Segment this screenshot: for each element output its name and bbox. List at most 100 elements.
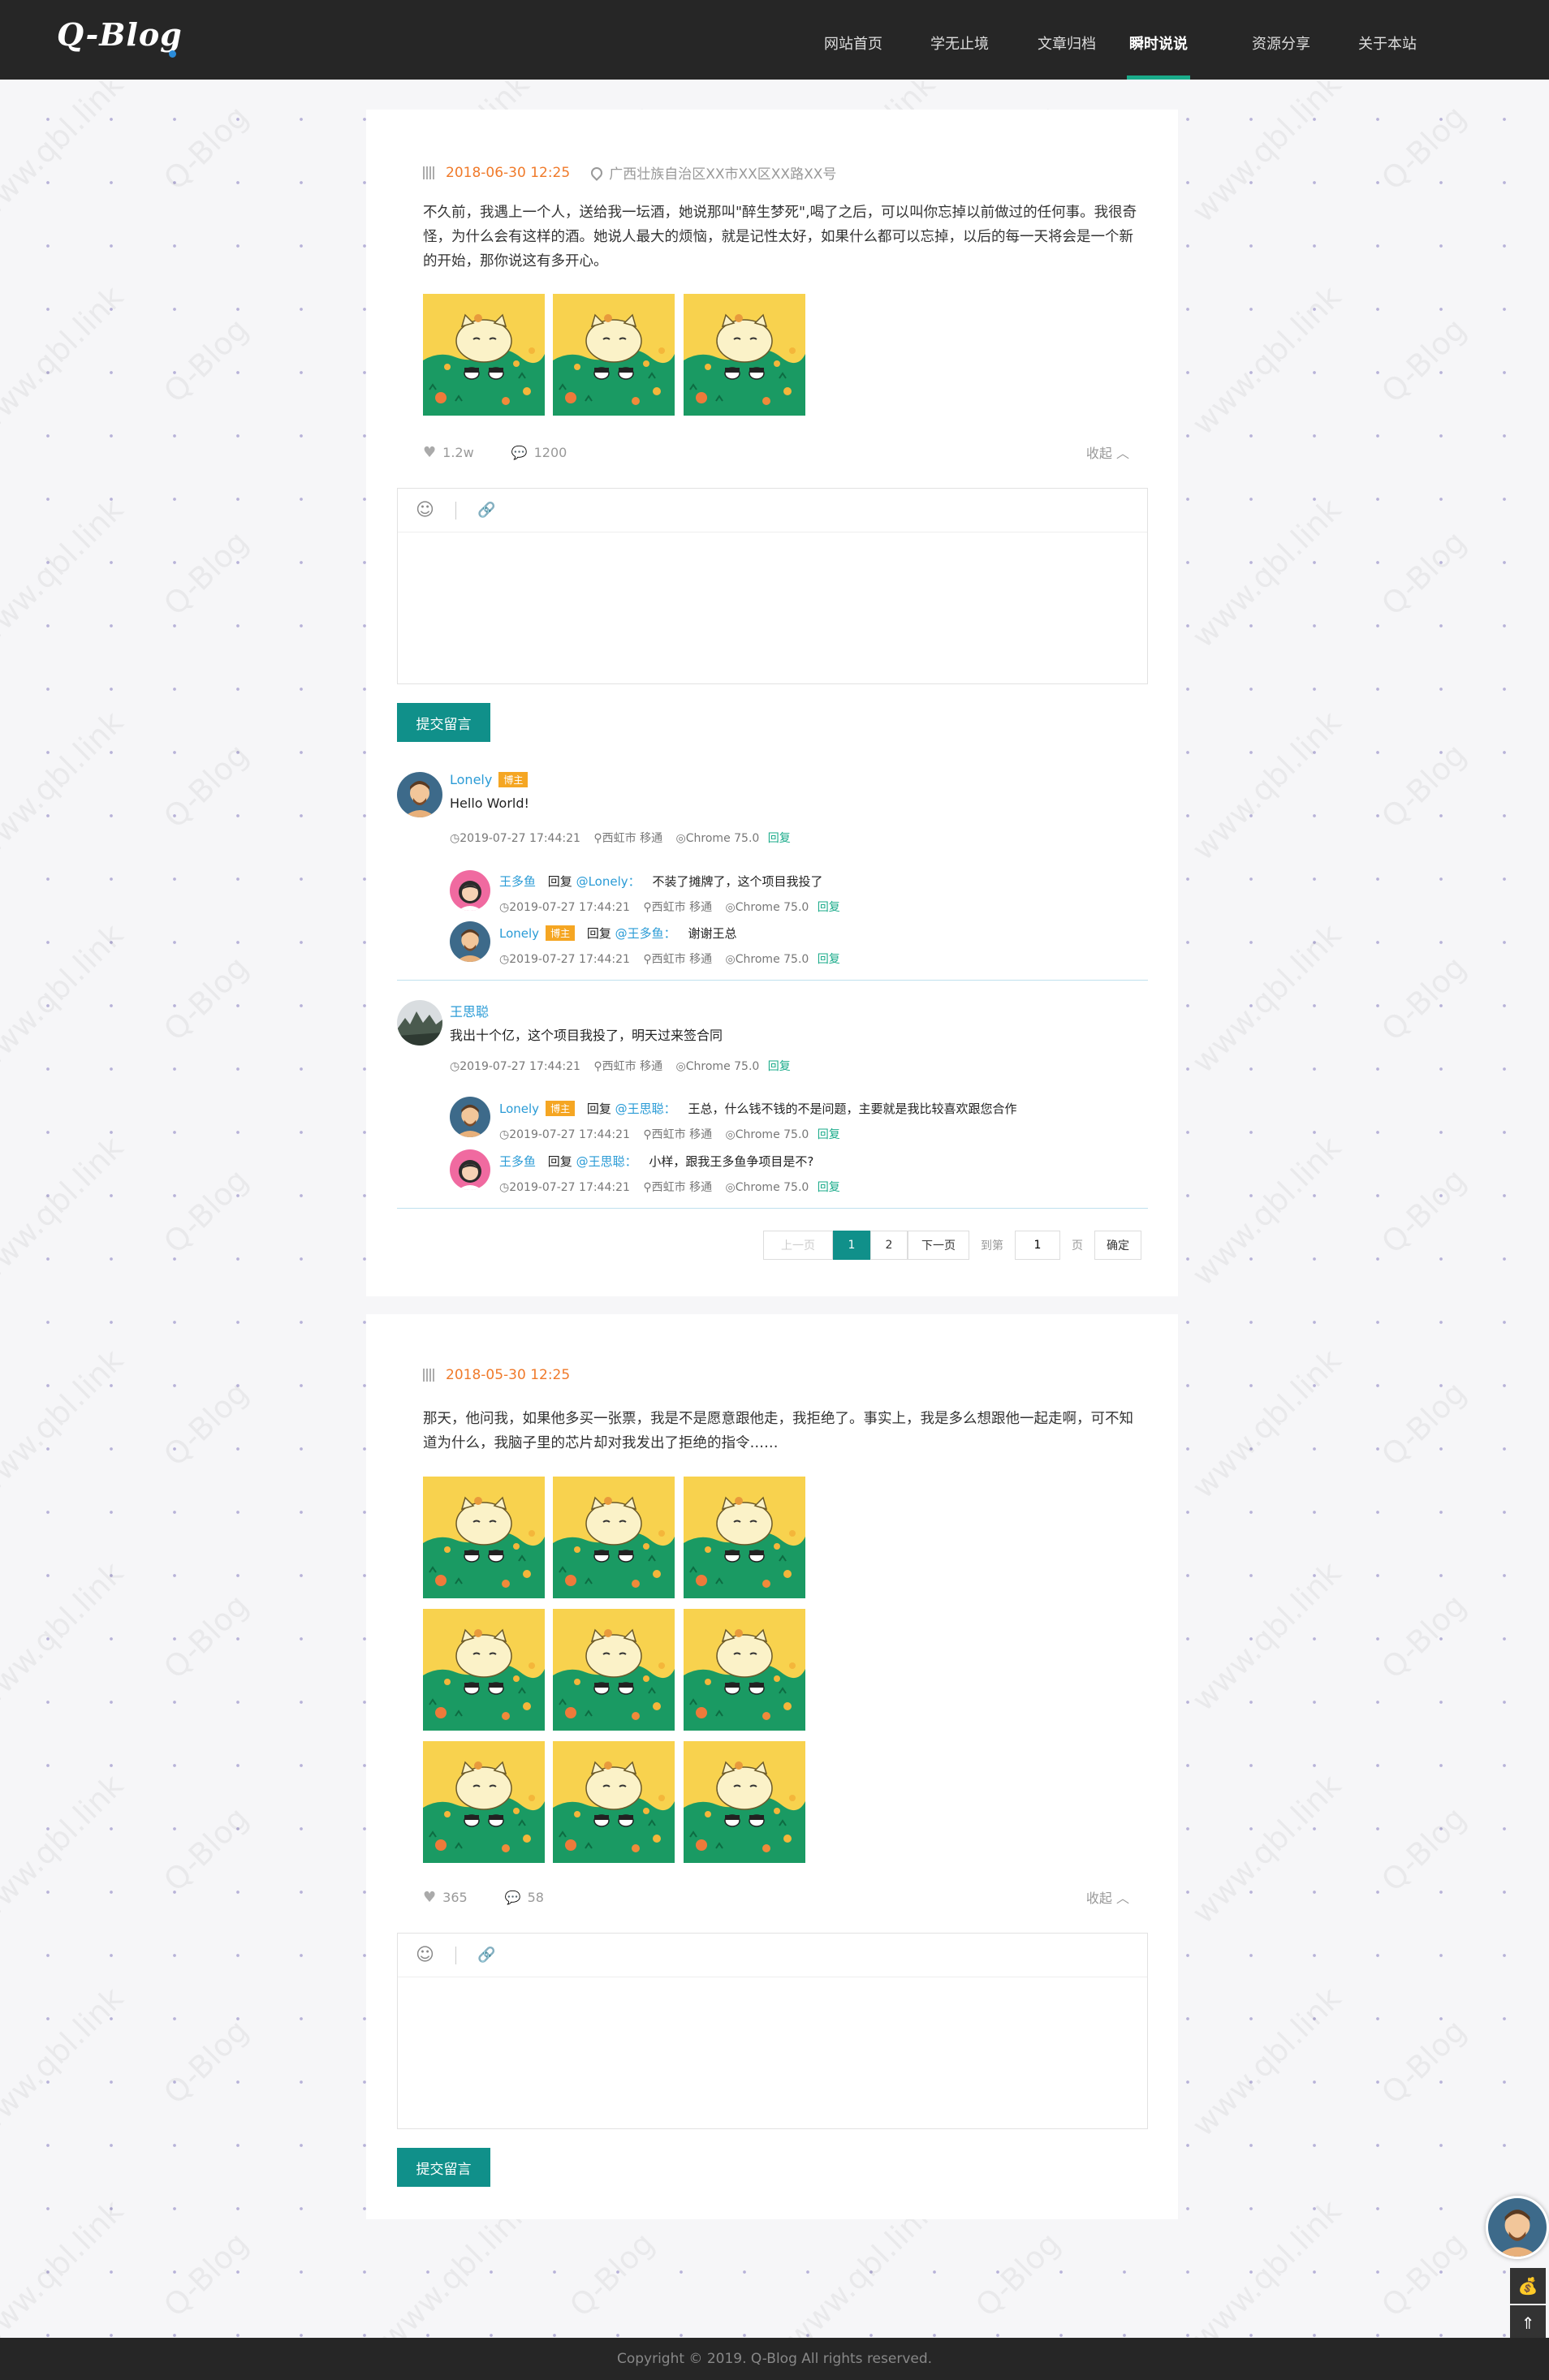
link-icon[interactable]: 🔗 (477, 502, 495, 519)
reply-author[interactable]: 王多鱼 (499, 1154, 536, 1169)
nav-item-archive[interactable]: 文章归档 (1036, 0, 1098, 80)
watermark-text: Q-Blog (157, 949, 256, 1048)
comment-bubble-icon[interactable]: 💬 (505, 1890, 521, 1905)
post-image[interactable] (423, 294, 545, 416)
admin-badge: 博主 (498, 772, 529, 787)
watermark-text: www.qbl.link (1184, 1980, 1348, 2144)
toolbar-divider (455, 501, 456, 520)
reply-browser: Chrome 75.0 (735, 1181, 809, 1194)
post-image[interactable] (553, 1741, 675, 1863)
clock-icon: ◷ (450, 832, 460, 845)
reply-target[interactable]: @王多鱼： (615, 926, 676, 941)
avatar[interactable] (450, 1149, 490, 1190)
browser-icon: ◎ (725, 1181, 736, 1194)
reply-place: 西虹市 移通 (651, 901, 713, 914)
reply-target[interactable]: @Lonely： (576, 874, 641, 889)
reply-target[interactable]: @王思聪： (576, 1154, 637, 1169)
post-image[interactable] (553, 294, 675, 416)
comment-author[interactable]: 王思聪 (450, 1004, 489, 1020)
post-image[interactable] (684, 1609, 805, 1731)
reply-time: 2019-07-27 17:44:21 (509, 1128, 630, 1141)
reply-line: 王多鱼 回复 @Lonely： 不装了摊牌了，这个项目我投了 (499, 873, 822, 890)
comment-textarea[interactable] (398, 533, 1147, 683)
reply-text: 王总，什么钱不钱的不是问题，主要就是我比较喜欢跟您合作 (688, 1102, 1017, 1116)
reply-text: 小样，跟我王多鱼争项目是不? (649, 1154, 814, 1169)
emoji-icon[interactable]: ☺ (416, 500, 434, 520)
clock-icon: ◷ (499, 953, 510, 966)
nav-item-home[interactable]: 网站首页 (822, 0, 884, 80)
watermark-text: Q-Blog (157, 736, 256, 835)
nav-item-moments[interactable]: 瞬时说说 (1127, 0, 1190, 80)
avatar[interactable] (450, 921, 490, 962)
post-image[interactable] (553, 1477, 675, 1598)
money-bag-icon[interactable]: 💰 (1510, 2268, 1546, 2304)
comment-meta: ◷2019-07-27 17:44:21 ⚲西虹市 移通 ◎Chrome 75.… (450, 830, 791, 846)
reply-author[interactable]: Lonely (499, 1102, 539, 1116)
page-1-button[interactable]: 1 (833, 1231, 870, 1260)
reply-meta: ◷2019-07-27 17:44:21 ⚲西虹市 移通 ◎Chrome 75.… (499, 1179, 840, 1195)
confirm-page-button[interactable]: 确定 (1094, 1231, 1141, 1260)
post-content: 不久前，我遇上一个人，送给我一坛酒，她说那叫"醉生梦死",喝了之后，可以叫你忘掉… (423, 205, 1137, 269)
heart-icon[interactable]: ♥ (423, 444, 436, 461)
watermark-text: Q-Blog (157, 1800, 256, 1899)
next-page-button[interactable]: 下一页 (908, 1231, 969, 1260)
post-image[interactable] (553, 1609, 675, 1731)
nav-item-learning[interactable]: 学无止境 (929, 0, 990, 80)
submit-comment-button[interactable]: 提交留言 (397, 2148, 490, 2187)
emoji-icon[interactable]: ☺ (416, 1945, 434, 1965)
like-count: 1.2w (442, 444, 474, 460)
reply-target[interactable]: @王思聪： (615, 1102, 676, 1116)
watermark-text: Q-Blog (157, 98, 256, 197)
page-2-button[interactable]: 2 (870, 1231, 908, 1260)
avatar[interactable] (397, 1000, 442, 1046)
comment-textarea[interactable] (398, 1978, 1147, 2128)
comment-bubble-icon[interactable]: 💬 (511, 445, 528, 460)
page-number-input[interactable] (1015, 1231, 1060, 1260)
avatar[interactable] (397, 772, 442, 817)
reply-link[interactable]: 回复 (818, 953, 840, 966)
avatar[interactable] (450, 870, 490, 911)
reply-place: 西虹市 移通 (651, 1128, 713, 1141)
post-image[interactable] (684, 294, 805, 416)
post-image[interactable] (684, 1477, 805, 1598)
footer: Copyright © 2019. Q-Blog All rights rese… (0, 2338, 1549, 2380)
watermark-text: Q-Blog (157, 1162, 256, 1261)
reply-author[interactable]: Lonely (499, 926, 539, 941)
watermark-text: Q-Blog (1374, 311, 1473, 410)
reply-link[interactable]: 回复 (818, 901, 840, 914)
comment-author[interactable]: Lonely (450, 772, 492, 787)
watermark-text: www.qbl.link (1184, 1767, 1348, 1931)
reply-verb: 回复 (547, 874, 572, 889)
watermark-text: www.qbl.link (1184, 1554, 1348, 1718)
back-to-top-icon[interactable]: ⇑ (1510, 2305, 1546, 2341)
collapse-toggle[interactable]: 收起 ︿ (1086, 442, 1129, 462)
reply-meta: ◷2019-07-27 17:44:21 ⚲西虹市 移通 ◎Chrome 75.… (499, 951, 840, 967)
reply-link[interactable]: 回复 (768, 1060, 791, 1073)
collapse-toggle[interactable]: 收起 ︿ (1086, 1887, 1129, 1907)
top-navbar: Q-Blog 网站首页 学无止境 文章归档 瞬时说说 资源分享 关于本站 (0, 0, 1549, 80)
comment-editor: ☺ 🔗 (397, 488, 1148, 684)
comment-browser: Chrome 75.0 (685, 832, 760, 845)
avatar[interactable] (450, 1097, 490, 1137)
reply-link[interactable]: 回复 (768, 832, 791, 845)
post-image[interactable] (423, 1477, 545, 1598)
reply-author[interactable]: 王多鱼 (499, 874, 536, 889)
comment-divider (397, 980, 1148, 981)
floating-avatar[interactable] (1486, 2196, 1549, 2259)
prev-page-button[interactable]: 上一页 (763, 1231, 833, 1260)
calendar-icon (423, 1369, 436, 1382)
comment-time: 2019-07-27 17:44:21 (460, 832, 580, 845)
nav-item-resources[interactable]: 资源分享 (1250, 0, 1312, 80)
link-icon[interactable]: 🔗 (477, 1947, 495, 1964)
reply-link[interactable]: 回复 (818, 1181, 840, 1194)
collapse-label: 收起 (1085, 1891, 1112, 1906)
submit-comment-button[interactable]: 提交留言 (397, 703, 490, 742)
location-icon: ⚲ (593, 1060, 602, 1073)
post-image[interactable] (684, 1741, 805, 1863)
reply-link[interactable]: 回复 (818, 1128, 840, 1141)
heart-icon[interactable]: ♥ (423, 1889, 436, 1906)
nav-item-about[interactable]: 关于本站 (1357, 0, 1418, 80)
post-image[interactable] (423, 1741, 545, 1863)
site-logo[interactable]: Q-Blog (57, 16, 183, 53)
post-image[interactable] (423, 1609, 545, 1731)
